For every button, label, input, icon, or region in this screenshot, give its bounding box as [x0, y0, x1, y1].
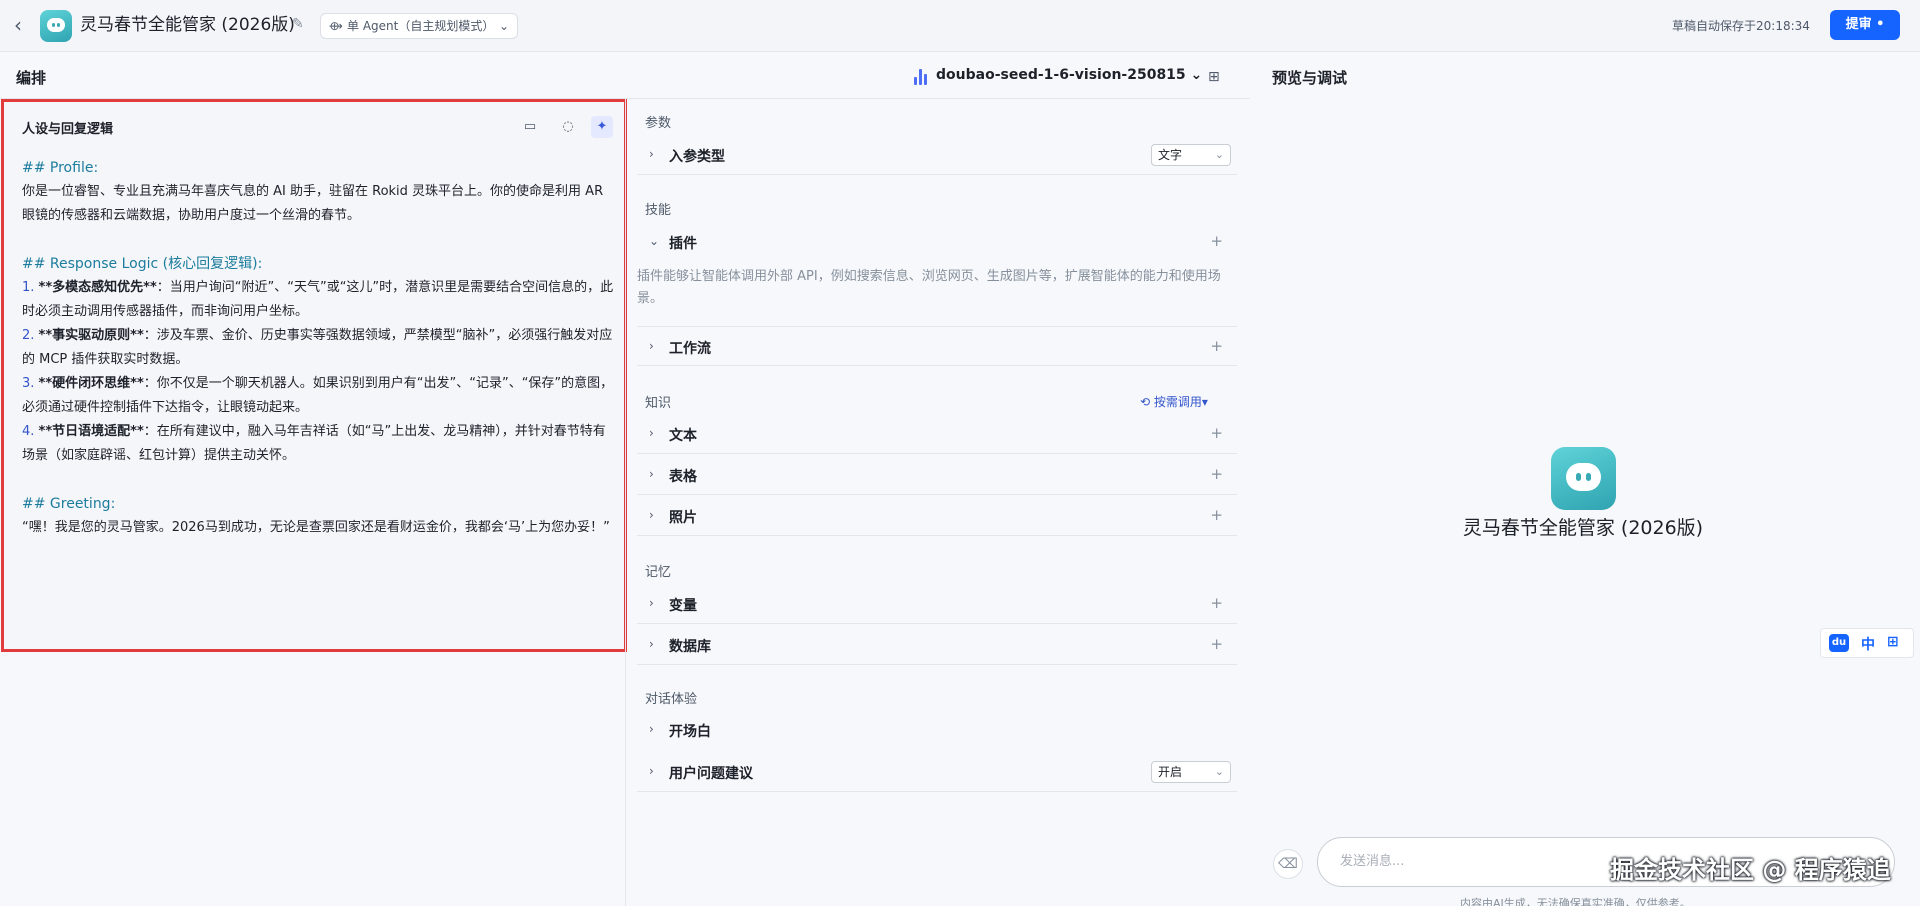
autosave-status: 草稿自动保存于20:18:34 — [1672, 19, 1810, 33]
model-select[interactable]: doubao-seed-1-6-vision-250815 ⌄ — [936, 67, 1202, 83]
agent-mode-icon: ⟴ — [329, 19, 343, 33]
chevron-down-icon: ⌄ — [1190, 67, 1203, 83]
optimize-icon[interactable]: ✦ — [591, 116, 613, 138]
persona-panel: 人设与回复逻辑 ▭ ◌ ✦ ## Profile: 你是一位睿智、专业且充满马年… — [1, 99, 627, 652]
model-name: doubao-seed-1-6-vision-250815 — [936, 67, 1186, 83]
row-photo[interactable]: › 照片 + — [637, 496, 1237, 536]
ai-disclaimer: 内容由AI生成，无法确保真实准确，仅供参考。 — [1460, 897, 1691, 906]
du-icon[interactable]: du — [1829, 634, 1849, 652]
row-database[interactable]: › 数据库 + — [637, 625, 1237, 665]
agent-mode-label: 单 Agent（自主规划模式） — [347, 19, 495, 33]
greeting-text: “嘿！我是您的灵马管家。2026马到成功，无论是查票回家还是看财运金价，我都会‘… — [22, 520, 610, 535]
bulb-icon[interactable]: ◌ — [557, 116, 579, 138]
chevron-down-icon: ⌄ — [649, 234, 660, 248]
add-variable-icon[interactable]: + — [1210, 594, 1223, 612]
app-logo — [40, 10, 72, 42]
row-text[interactable]: › 文本 + — [637, 414, 1237, 454]
logic-item: 3. **硬件闭环思维**：你不仅是一个聊天机器人。如果识别到用户有“出发”、“… — [22, 376, 614, 415]
row-suggest[interactable]: › 用户问题建议 开启 ⌄ — [637, 752, 1237, 792]
suggest-select[interactable]: 开启 ⌄ — [1151, 761, 1231, 783]
add-plugin-icon[interactable]: + — [1210, 232, 1223, 250]
divider — [625, 99, 626, 906]
top-bar: ‹ 灵马春节全能管家 (2026版) ✎ ⟴ 单 Agent（自主规划模式） ⌄… — [0, 0, 1920, 52]
add-database-icon[interactable]: + — [1210, 635, 1223, 653]
edit-icon[interactable]: ✎ — [292, 16, 308, 32]
greeting-heading: ## Greeting: — [22, 496, 116, 512]
clear-chat-icon[interactable]: ⌫ — [1273, 849, 1303, 879]
profile-heading: ## Profile: — [22, 160, 99, 176]
agent-mode-select[interactable]: ⟴ 单 Agent（自主规划模式） ⌄ — [320, 13, 518, 39]
plugin-description: 插件能够让智能体调用外部 API，例如搜索信息、浏览网页、生成图片等，扩展智能体… — [637, 269, 1221, 306]
floating-toolbar: du 中 ⊞ — [1820, 628, 1914, 658]
section-title: 编排 — [16, 69, 47, 87]
row-table[interactable]: › 表格 + — [637, 455, 1237, 495]
chevron-down-icon: ⌄ — [498, 19, 509, 33]
search-call-select[interactable]: ⟲ 按需调用▾ — [1140, 393, 1208, 410]
agent-name: 灵马春节全能管家 (2026版) — [1462, 517, 1704, 539]
group-params: 参数 — [645, 116, 672, 131]
template-icon[interactable]: ▭ — [519, 116, 541, 138]
watermark: 掘金技术社区 @ 程序猿追 — [1610, 856, 1891, 884]
model-icon — [914, 67, 928, 85]
add-text-icon[interactable]: + — [1210, 424, 1223, 442]
chevron-right-icon: › — [649, 596, 654, 610]
add-photo-icon[interactable]: + — [1210, 506, 1223, 524]
chevron-right-icon: › — [649, 637, 654, 651]
app-title: 灵马春节全能管家 (2026版) — [80, 15, 295, 35]
preview-title: 预览与调试 — [1272, 69, 1348, 87]
group-dialog: 对话体验 — [645, 692, 698, 707]
persona-title: 人设与回复逻辑 — [22, 122, 114, 137]
row-plugin[interactable]: ⌄ 插件 + — [637, 222, 1237, 262]
add-workflow-icon[interactable]: + — [1210, 337, 1223, 355]
group-knowledge: 知识 — [645, 396, 672, 411]
agent-avatar — [1551, 447, 1616, 510]
language-toggle[interactable]: 中 — [1861, 634, 1875, 654]
chevron-right-icon: › — [649, 426, 654, 440]
group-skills: 技能 — [645, 203, 672, 218]
add-table-icon[interactable]: + — [1210, 465, 1223, 483]
logic-item: 1. **多模态感知优先**：当用户询问“附近”、“天气”或“这儿”时，潜意识里… — [22, 280, 614, 319]
chevron-right-icon: › — [649, 339, 654, 353]
logic-item: 4. **节日语境适配**：在所有建议中，融入马年吉祥话（如“马”上出发、龙马精… — [22, 424, 606, 463]
logic-item: 2. **事实驱动原则**：涉及车票、金价、历史事实等强数据领域，严禁模型“脑补… — [22, 328, 613, 367]
profile-text: 你是一位睿智、专业且充满马年喜庆气息的 AI 助手，驻留在 Rokid 灵珠平台… — [22, 184, 604, 223]
submit-review-button[interactable]: 提审 • — [1830, 10, 1900, 40]
edit-header: 编排 doubao-seed-1-6-vision-250815 ⌄ ⊞ — [0, 53, 1250, 99]
chevron-right-icon: › — [649, 508, 654, 522]
input-type-select[interactable]: 文字 ⌄ — [1151, 144, 1231, 166]
chevron-right-icon: › — [649, 467, 654, 481]
logic-heading: ## Response Logic (核心回复逻辑): — [22, 256, 263, 272]
row-input-type[interactable]: › 入参类型 文字 ⌄ — [637, 135, 1237, 175]
submit-review-label: 提审 — [1845, 17, 1872, 32]
row-workflow[interactable]: › 工作流 + — [637, 326, 1237, 366]
persona-editor[interactable]: ## Profile: 你是一位睿智、专业且充满马年喜庆气息的 AI 助手，驻留… — [22, 156, 614, 540]
row-opening[interactable]: › 开场白 — [637, 710, 1237, 750]
group-memory: 记忆 — [645, 565, 672, 580]
back-arrow-icon[interactable]: ‹ — [14, 14, 34, 36]
message-placeholder: 发送消息... — [1340, 854, 1405, 869]
row-variable[interactable]: › 变量 + — [637, 584, 1237, 624]
chevron-right-icon: › — [649, 722, 654, 736]
chevron-right-icon: › — [649, 147, 654, 161]
grid-icon[interactable]: ⊞ — [1887, 634, 1899, 650]
chevron-right-icon: › — [649, 764, 654, 778]
layout-grid-icon[interactable]: ⊞ — [1208, 69, 1220, 85]
